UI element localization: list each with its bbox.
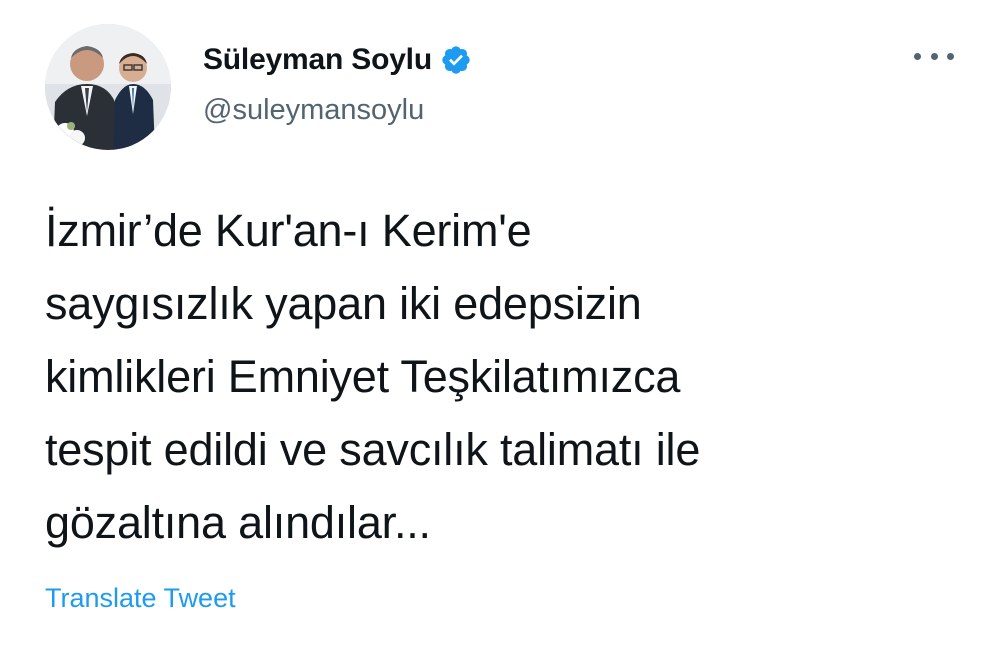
verified-badge-icon	[440, 44, 472, 76]
author-name-row: Süleyman Soylu	[203, 38, 472, 82]
author-handle[interactable]: @suleymansoylu	[203, 94, 424, 127]
profile-photo-image	[45, 24, 171, 150]
dot	[930, 52, 938, 60]
tweet-card: Süleyman Soylu @suleymansoylu İzmir’de K…	[0, 0, 1000, 648]
tweet-text: İzmir’de Kur'an-ı Kerim'e saygısızlık ya…	[45, 205, 701, 548]
translate-tweet-link[interactable]: Translate Tweet	[45, 583, 236, 614]
more-options-icon[interactable]	[914, 44, 954, 68]
author-display-name[interactable]: Süleyman Soylu	[203, 43, 432, 77]
avatar[interactable]	[45, 24, 171, 150]
dot	[947, 52, 954, 60]
dot	[914, 52, 921, 60]
